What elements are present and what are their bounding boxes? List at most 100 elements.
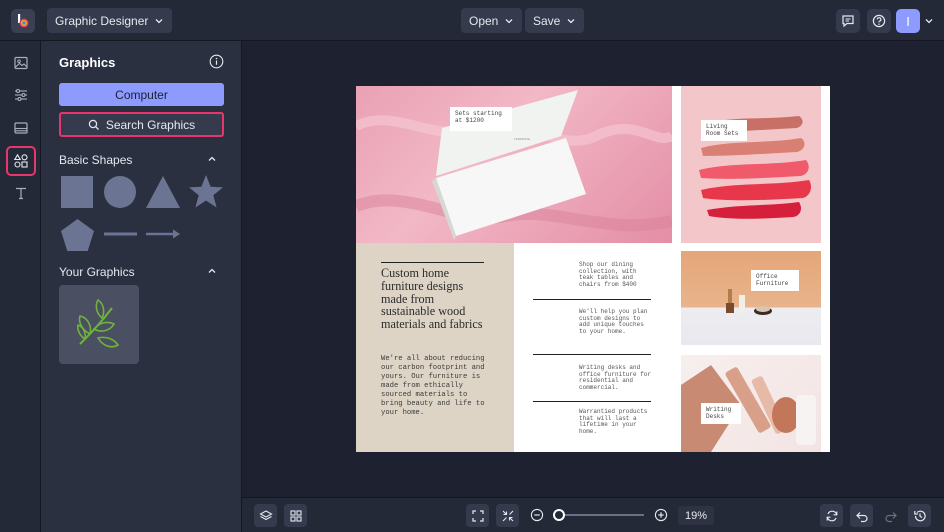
your-graphics-heading: Your Graphics	[59, 265, 135, 279]
fit-to-screen-button[interactable]	[466, 504, 489, 527]
eyeshadow-photo[interactable]: Sets starting at $1200 FRAMBOISE	[356, 86, 675, 243]
cosmetics-illustration	[726, 289, 772, 315]
info-icon[interactable]	[209, 54, 224, 69]
star-shape[interactable]	[188, 174, 224, 210]
office-furniture-label: Office Furniture	[751, 270, 799, 291]
redo-button[interactable]	[879, 504, 902, 527]
rail-item-text[interactable]	[8, 180, 34, 206]
zoom-percent: 19%	[684, 509, 708, 522]
save-label: Save	[533, 13, 561, 28]
office-furniture-photo[interactable]: Office Furniture	[681, 251, 821, 345]
zoom-level-readout[interactable]: 19%	[678, 506, 714, 525]
image-icon	[14, 56, 28, 70]
save-button[interactable]: Save	[525, 8, 585, 33]
divider-rule	[533, 299, 651, 300]
writing-desks-photo[interactable]: Writing Desks	[681, 355, 821, 452]
layout-icon	[14, 122, 28, 134]
chevron-down-icon	[155, 18, 163, 23]
rail-item-adjustments[interactable]	[8, 82, 34, 108]
leaf-branch-icon	[77, 298, 120, 348]
your-graphic-tile[interactable]	[59, 285, 139, 364]
body-text: We're all about reducing our carbon foot…	[381, 355, 485, 417]
comments-button[interactable]	[836, 9, 860, 33]
redo-icon	[884, 511, 897, 522]
graphics-panel: Graphics Computer Search Graphics Basic …	[41, 41, 242, 532]
square-shape[interactable]	[60, 175, 94, 209]
account-chevron-down-icon[interactable]	[924, 16, 934, 26]
help-button[interactable]	[867, 9, 891, 33]
lipstick-swatch-photo[interactable]: Living Room Sets	[681, 86, 821, 243]
undo-button[interactable]	[850, 504, 873, 527]
avatar-initial: I	[906, 13, 910, 29]
computer-label: Computer	[115, 87, 168, 102]
search-icon	[88, 119, 99, 130]
layers-icon	[258, 509, 273, 520]
search-graphics-button[interactable]: Search Graphics	[59, 112, 224, 137]
writing-desks-label: Writing Desks	[701, 403, 741, 424]
rail-item-layout[interactable]	[8, 115, 34, 141]
text-icon	[16, 187, 26, 200]
logo-icon	[18, 14, 29, 28]
lipstick-smears	[699, 116, 811, 219]
bottom-toolbar: 19%	[242, 497, 944, 532]
rail-item-photos[interactable]	[8, 50, 34, 76]
design-canvas[interactable]: Sets starting at $1200 FRAMBOISE Living …	[356, 86, 830, 452]
chevron-down-icon	[505, 18, 513, 23]
pentagon-shape[interactable]	[60, 218, 95, 252]
palette-illustration	[356, 90, 675, 240]
help-icon	[872, 14, 886, 28]
project-menu-label: Graphic Designer	[55, 13, 149, 28]
divider-rule	[533, 354, 651, 355]
open-label: Open	[469, 13, 499, 28]
middle-info-column[interactable]: Shop our dining collection, with teak ta…	[514, 243, 672, 452]
zoom-out-icon[interactable]	[530, 508, 544, 522]
history-icon	[913, 510, 926, 521]
grid-button[interactable]	[284, 504, 307, 527]
upload-from-computer-button[interactable]: Computer	[59, 83, 224, 106]
arrow-shape[interactable]	[145, 227, 181, 241]
layers-button[interactable]	[254, 504, 277, 527]
furniture-text-block[interactable]: Custom home furniture designs made from …	[356, 243, 514, 452]
writing-desks-text: Writing desks and office furniture for r…	[579, 364, 652, 391]
rail-item-graphics[interactable]	[6, 146, 36, 176]
actual-size-button[interactable]	[496, 504, 519, 527]
project-menu-button[interactable]: Graphic Designer	[47, 8, 173, 33]
headline-rule	[381, 262, 484, 263]
history-button[interactable]	[908, 504, 931, 527]
headline-text: Custom home furniture designs made from …	[381, 266, 483, 332]
divider-rule	[533, 401, 651, 402]
top-bar: Graphic Designer Open Save I	[0, 0, 944, 41]
line-shape[interactable]	[103, 227, 138, 241]
user-avatar[interactable]: I	[896, 9, 920, 33]
refresh-button[interactable]	[820, 504, 843, 527]
undo-icon	[855, 511, 868, 522]
circle-shape[interactable]	[103, 175, 137, 209]
chevron-up-icon[interactable]	[207, 154, 217, 164]
refresh-icon	[826, 510, 837, 521]
zoom-in-icon[interactable]	[654, 508, 668, 522]
triangle-shape[interactable]	[145, 175, 181, 209]
custom-design-text: We'll help you plan custom designs to ad…	[579, 308, 648, 335]
warranty-text: Warrantied products that will last a lif…	[579, 408, 648, 435]
canvas-workspace: Sets starting at $1200 FRAMBOISE Living …	[242, 41, 944, 497]
living-room-label: Living Room Sets	[701, 120, 747, 141]
shrink-icon	[502, 510, 513, 521]
graphics-icon	[13, 153, 28, 168]
zoom-slider-track[interactable]	[555, 514, 644, 516]
comment-icon	[842, 15, 854, 28]
sets-price-label: Sets starting at $1200	[450, 107, 512, 131]
zoom-slider-thumb[interactable]	[552, 509, 565, 521]
chevron-up-icon[interactable]	[207, 266, 217, 276]
grid-icon	[289, 509, 302, 522]
chevron-down-icon	[567, 18, 575, 23]
basic-shapes-heading: Basic Shapes	[59, 153, 133, 167]
palette-brand-text: FRAMBOISE	[514, 138, 531, 141]
search-label: Search Graphics	[105, 117, 196, 132]
app-logo[interactable]	[11, 9, 35, 33]
open-button[interactable]: Open	[461, 8, 523, 33]
tool-rail	[0, 41, 41, 532]
panel-title: Graphics	[59, 55, 116, 70]
expand-icon	[471, 509, 484, 522]
dining-collection-text: Shop our dining collection, with teak ta…	[579, 261, 637, 288]
sliders-icon	[15, 88, 27, 102]
